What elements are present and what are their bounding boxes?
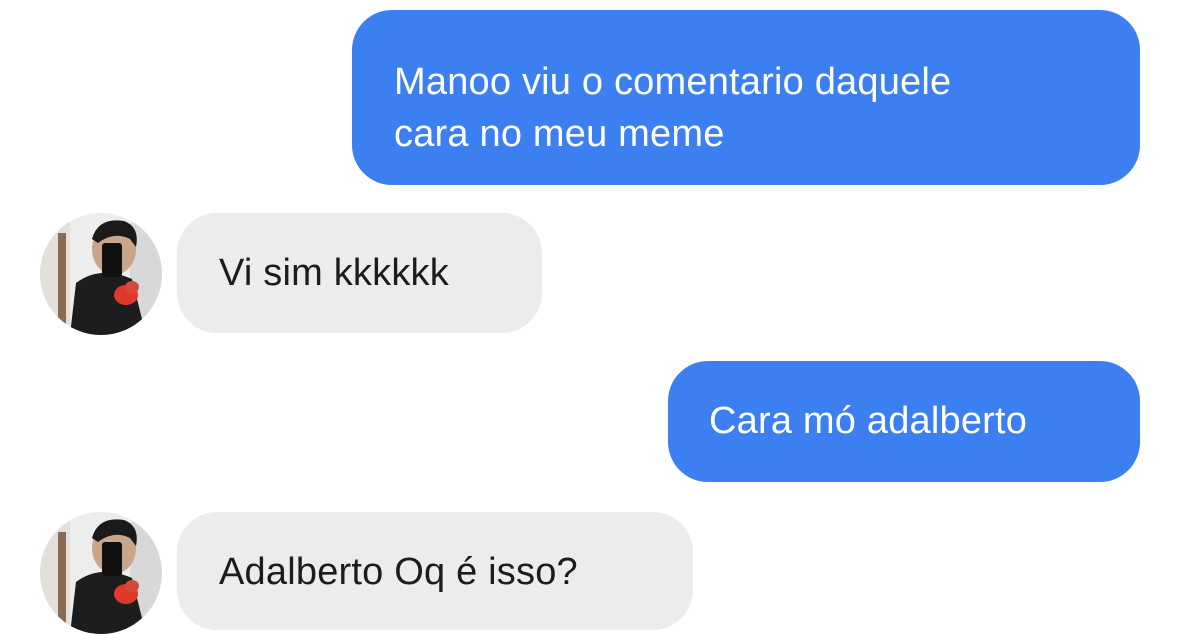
chat-thread: Manoo viu o comentario daquele cara no m… — [0, 0, 1200, 634]
profile-photo-icon — [40, 213, 162, 335]
outgoing-message-bubble[interactable]: Cara mó adalberto — [668, 361, 1140, 482]
profile-photo-icon — [40, 512, 162, 634]
incoming-message-bubble[interactable]: Adalberto Oq é isso? — [177, 512, 693, 630]
outgoing-message-bubble[interactable]: Manoo viu o comentario daquele cara no m… — [352, 10, 1140, 185]
contact-avatar[interactable] — [40, 512, 162, 634]
message-text-line: Manoo viu o comentario daquele — [394, 61, 952, 103]
message-text-line: Vi sim kkkkkk — [219, 252, 449, 294]
message-text-line: Cara mó adalberto — [709, 400, 1028, 442]
contact-avatar[interactable] — [40, 213, 162, 335]
message-text-line: Adalberto Oq é isso? — [219, 551, 578, 593]
incoming-message-bubble[interactable]: Vi sim kkkkkk — [177, 213, 542, 333]
message-text-line: cara no meu meme — [394, 113, 725, 155]
